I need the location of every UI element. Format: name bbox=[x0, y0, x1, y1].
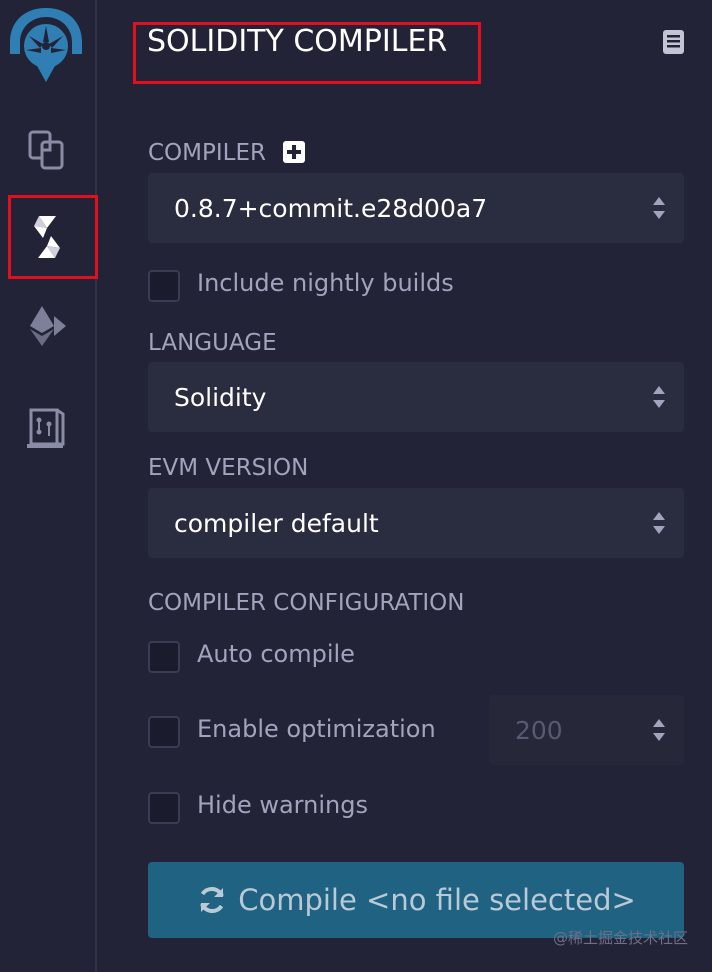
page-title: SOLIDITY COMPILER bbox=[147, 24, 448, 59]
plugin-manager-icon[interactable] bbox=[18, 398, 76, 456]
language-value: Solidity bbox=[174, 382, 267, 412]
nightly-builds-label: Include nightly builds bbox=[197, 269, 454, 297]
compiler-configuration-label: COMPILER CONFIGURATION bbox=[148, 590, 465, 616]
select-arrows-icon bbox=[653, 197, 665, 219]
refresh-icon bbox=[200, 886, 225, 914]
hide-warnings-label: Hide warnings bbox=[197, 791, 368, 819]
enable-optimization-label: Enable optimization bbox=[197, 715, 436, 743]
optimization-runs-value: 200 bbox=[515, 715, 563, 745]
auto-compile-checkbox[interactable] bbox=[148, 641, 180, 673]
compiler-version-select[interactable]: 0.8.7+commit.e28d00a7 bbox=[148, 173, 684, 243]
nightly-builds-checkbox[interactable] bbox=[148, 270, 180, 302]
file-explorer-icon[interactable] bbox=[18, 120, 76, 178]
documentation-icon[interactable] bbox=[660, 28, 688, 56]
select-arrows-icon bbox=[653, 386, 665, 408]
compiler-label: COMPILER bbox=[148, 140, 266, 166]
evm-version-value: compiler default bbox=[174, 508, 379, 538]
compile-button-label: Compile <no file selected> bbox=[238, 883, 636, 917]
add-compiler-icon[interactable] bbox=[283, 141, 305, 163]
language-label: LANGUAGE bbox=[148, 330, 277, 356]
compiler-version-value: 0.8.7+commit.e28d00a7 bbox=[174, 193, 488, 223]
ethereum-deploy-icon[interactable] bbox=[18, 296, 76, 354]
watermark: @稀土掘金技术社区 bbox=[552, 929, 688, 947]
evm-version-label: EVM VERSION bbox=[148, 455, 309, 481]
remix-logo-icon[interactable] bbox=[4, 2, 88, 84]
auto-compile-label: Auto compile bbox=[197, 640, 355, 668]
stepper-arrows-icon[interactable] bbox=[652, 717, 666, 743]
optimization-runs-input[interactable]: 200 bbox=[489, 695, 684, 765]
icon-sidebar bbox=[0, 0, 97, 972]
language-select[interactable]: Solidity bbox=[148, 362, 684, 432]
hide-warnings-checkbox[interactable] bbox=[148, 792, 180, 824]
evm-version-select[interactable]: compiler default bbox=[148, 488, 684, 558]
enable-optimization-checkbox[interactable] bbox=[148, 716, 180, 748]
active-plugin-highlight bbox=[8, 195, 98, 279]
select-arrows-icon bbox=[653, 512, 665, 534]
